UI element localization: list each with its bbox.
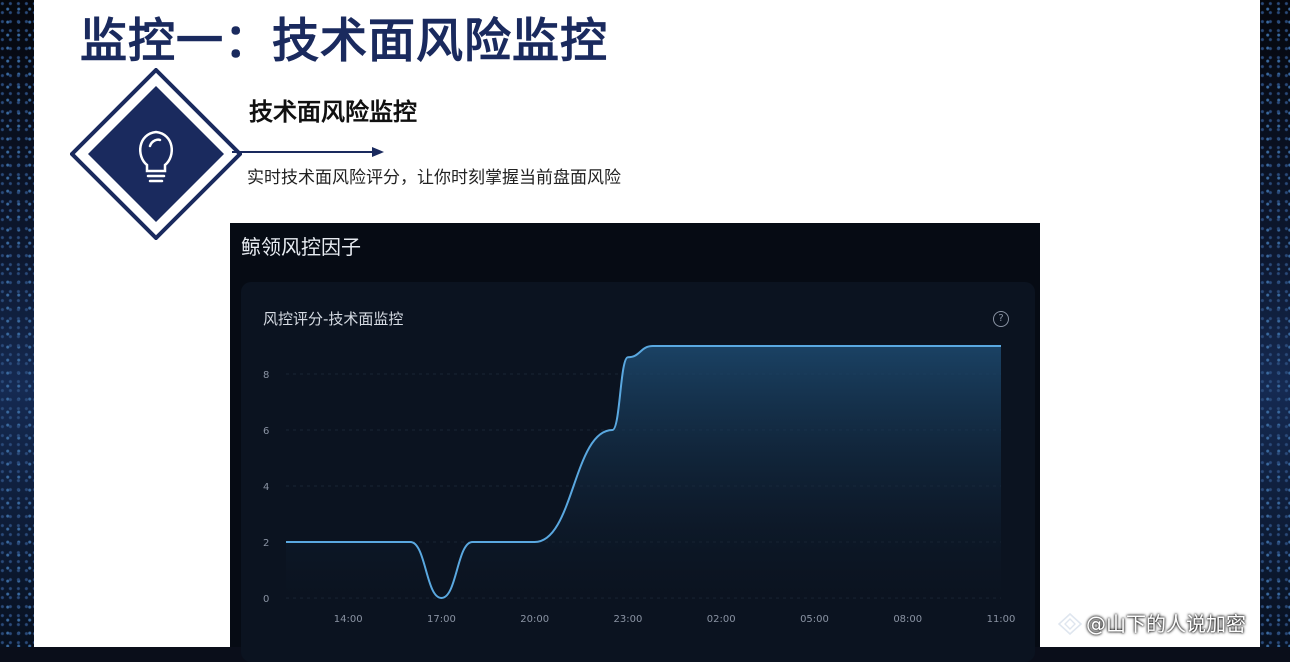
dashboard-panel: 鲸领风控因子 0 2 4 6 8 14:00 17:00 20:00 23:00 02:00 05:… — [230, 223, 1040, 662]
background-band-right — [1260, 0, 1290, 647]
diamond-logo-icon — [1057, 612, 1083, 640]
x-tick-label: 05:00 — [800, 614, 829, 625]
chart-card: 0 2 4 6 8 14:00 17:00 20:00 23:00 02:00 05:00 08:00… — [241, 282, 1035, 662]
y-tick-label: 8 — [263, 370, 269, 381]
chart-title: 风控评分-技术面监控 — [263, 310, 404, 328]
x-tick-label: 02:00 — [707, 614, 736, 625]
slide: 监控一：技术面风险监控 技术面风险监控 实时技术面风险评分，让你时刻掌握当前盘面… — [34, 0, 1260, 662]
x-tick-label: 23:00 — [614, 614, 643, 625]
series-area — [286, 346, 1001, 598]
section-title: 技术面风险监控 — [249, 98, 417, 126]
background-band-left — [0, 0, 34, 647]
x-tick-label: 17:00 — [427, 614, 456, 625]
x-tick-label: 14:00 — [334, 614, 363, 625]
page-title: 监控一：技术面风险监控 — [80, 14, 608, 69]
watermark-text: @山下的人说加密 — [1086, 612, 1246, 636]
risk-score-chart: 0 2 4 6 8 14:00 17:00 20:00 23:00 02:00 05:00 08:00… — [263, 345, 1016, 625]
arrow-line — [232, 147, 384, 157]
x-tick-label: 08:00 — [893, 614, 922, 625]
help-icon[interactable]: ? — [993, 311, 1009, 327]
dashboard-title: 鲸领风控因子 — [241, 235, 361, 259]
watermark: @山下的人说加密 — [1057, 608, 1246, 640]
y-tick-label: 2 — [263, 538, 269, 549]
x-tick-label: 20:00 — [520, 614, 549, 625]
x-tick-label: 11:00 — [987, 614, 1016, 625]
y-tick-label: 0 — [263, 594, 269, 605]
y-tick-label: 6 — [263, 426, 269, 437]
diamond-emblem — [69, 67, 243, 241]
y-tick-label: 4 — [263, 482, 269, 493]
section-description: 实时技术面风险评分，让你时刻掌握当前盘面风险 — [247, 168, 621, 188]
